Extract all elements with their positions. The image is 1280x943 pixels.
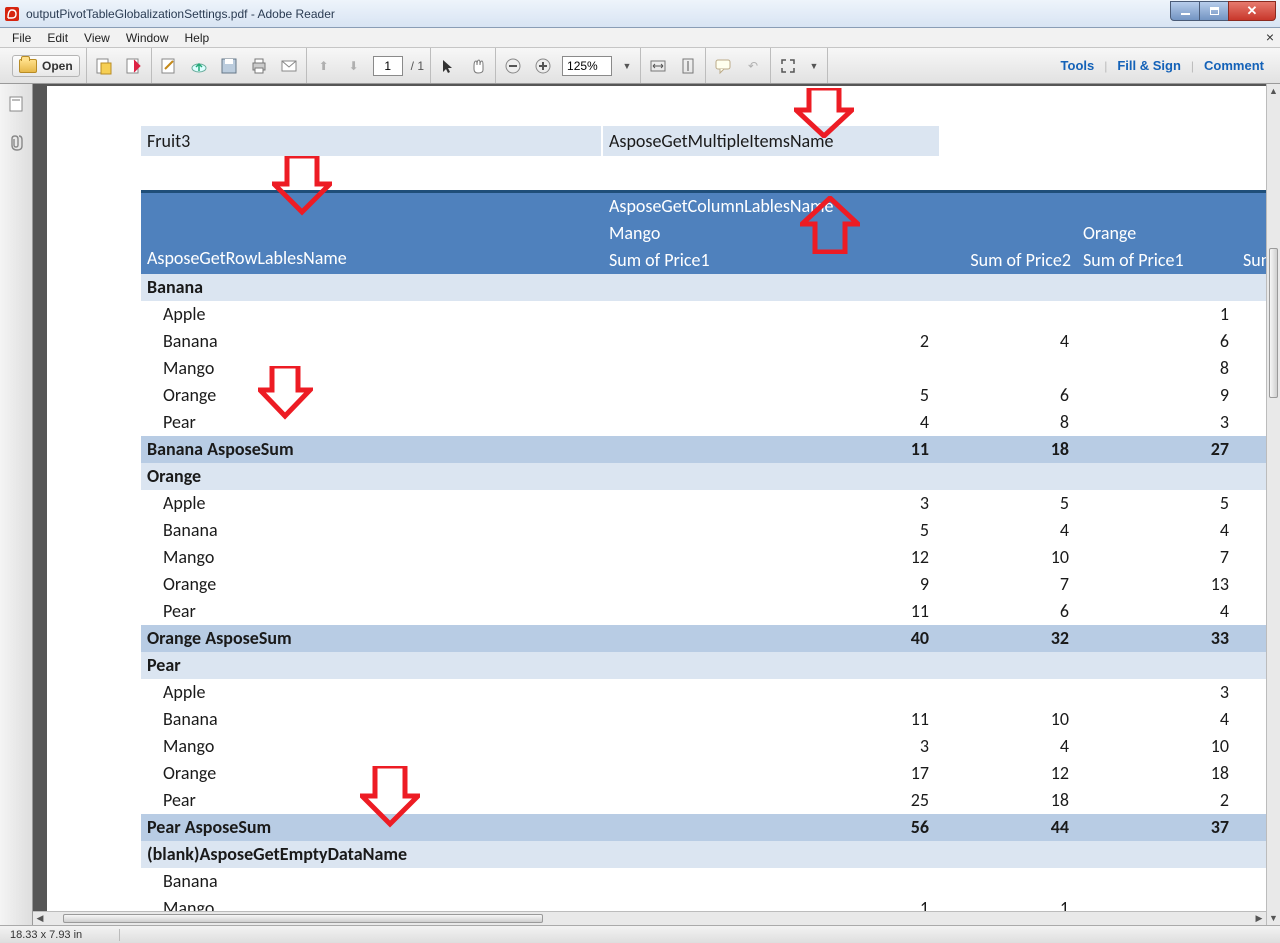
reader-icon [4,6,20,22]
zoom-out-icon[interactable] [502,55,524,77]
pivot-filter-row: Fruit3 AsposeGetMultipleItemsName [141,126,1266,156]
close-doc-button[interactable]: × [1266,29,1274,45]
toolbar: Open ⬆ ⬇ / 1 ▼ ↶ ▼ Tools | [0,48,1280,84]
col-measure-1-1: Sun [1237,193,1266,274]
email-icon[interactable] [278,55,300,77]
fit-screen-icon[interactable] [777,55,799,77]
menu-window[interactable]: Window [118,29,177,47]
comment-link[interactable]: Comment [1194,58,1274,73]
save-icon[interactable] [218,55,240,77]
zoom-dropdown-icon[interactable]: ▼ [620,55,634,77]
row-labels-header: AsposeGetRowLablesName [141,193,603,274]
thumbnails-icon[interactable] [6,94,26,114]
scroll-left-icon[interactable]: ◀ [33,912,47,925]
col-group-0: AsposeGetColumnLablesName Mango Sum of P… [603,193,937,274]
pivot-body: BananaApple1Banana246Mango8Orange569Pear… [141,274,1266,922]
table-row: Orange171218 [141,760,1266,787]
scroll-thumb-h[interactable] [63,914,543,923]
fill-sign-link[interactable]: Fill & Sign [1107,58,1191,73]
zoom-input[interactable] [562,56,612,76]
titlebar: outputPivotTableGlobalizationSettings.pd… [0,0,1280,28]
table-row: Mango12107 [141,544,1266,571]
table-row: Pear25182 [141,787,1266,814]
scroll-up-icon[interactable]: ▲ [1267,84,1280,98]
status-bar: 18.33 x 7.93 in [0,925,1280,943]
col-measure-0-1: Sum of Price2 [937,193,1077,274]
tools-link[interactable]: Tools [1051,58,1105,73]
export-pdf-icon[interactable] [123,55,145,77]
group-header: (blank)AsposeGetEmptyDataName [141,841,1266,868]
page-up-icon[interactable]: ⬆ [313,55,335,77]
group-header: Pear [141,652,1266,679]
table-row: Apple355 [141,490,1266,517]
fit-dropdown-icon[interactable]: ▼ [807,55,821,77]
open-label: Open [42,59,73,73]
print-icon[interactable] [248,55,270,77]
table-row: Apple3 [141,679,1266,706]
sidebar [0,84,33,925]
table-row: Banana246 [141,328,1266,355]
subtotal-row: Banana AsposeSum111827 [141,436,1266,463]
hand-tool-icon[interactable] [467,55,489,77]
page-dimensions: 18.33 x 7.93 in [0,929,120,941]
fit-width-icon[interactable] [647,55,669,77]
group-header: Orange [141,463,1266,490]
table-row: Orange569 [141,382,1266,409]
undo-icon[interactable]: ↶ [742,55,764,77]
cloud-icon[interactable] [188,55,210,77]
table-row: Banana11104 [141,706,1266,733]
menu-help[interactable]: Help [177,29,218,47]
menu-edit[interactable]: Edit [39,29,76,47]
fit-page-icon[interactable] [677,55,699,77]
minimize-button[interactable] [1170,1,1200,21]
close-button[interactable]: ✕ [1228,1,1276,21]
maximize-button[interactable] [1199,1,1229,21]
menubar: File Edit View Window Help × [0,28,1280,48]
page-input[interactable] [373,56,403,76]
table-row: Apple1 [141,301,1266,328]
table-row: Pear483 [141,409,1266,436]
table-row: Pear1164 [141,598,1266,625]
select-tool-icon[interactable] [437,55,459,77]
menu-file[interactable]: File [4,29,39,47]
page-down-icon[interactable]: ⬇ [343,55,365,77]
page-total: / 1 [411,59,424,73]
pdf-page: Fruit3 AsposeGetMultipleItemsName Aspose… [47,86,1266,922]
window-buttons: ✕ [1171,1,1276,21]
subtotal-row: Orange AsposeSum403233 [141,625,1266,652]
window-title: outputPivotTableGlobalizationSettings.pd… [26,7,1171,21]
scroll-thumb-v[interactable] [1269,248,1278,398]
open-button[interactable]: Open [12,55,80,77]
annotate-icon[interactable] [712,55,734,77]
table-row: Orange9713 [141,571,1266,598]
table-row: Banana544 [141,517,1266,544]
vertical-scrollbar[interactable]: ▲ ▼ [1266,84,1280,925]
page-viewport[interactable]: Fruit3 AsposeGetMultipleItemsName Aspose… [47,84,1266,925]
table-row: Banana [141,868,1266,895]
edit-icon[interactable] [158,55,180,77]
folder-icon [19,59,37,73]
table-row: Mango8 [141,355,1266,382]
group-header: Banana [141,274,1266,301]
menu-view[interactable]: View [76,29,118,47]
attachments-icon[interactable] [6,132,26,152]
pivot-header: AsposeGetRowLablesName AsposeGetColumnLa… [141,190,1266,274]
scroll-down-icon[interactable]: ▼ [1267,911,1280,925]
horizontal-scrollbar[interactable]: ◀ ▶ [33,911,1266,925]
filter-label: Fruit3 [141,126,603,156]
create-pdf-icon[interactable] [93,55,115,77]
scroll-right-icon[interactable]: ▶ [1252,912,1266,925]
col-group-1: Orange Sum of Price1 [1077,193,1237,274]
zoom-in-icon[interactable] [532,55,554,77]
subtotal-row: Pear AsposeSum564437 [141,814,1266,841]
filter-value: AsposeGetMultipleItemsName [603,126,939,156]
table-row: Mango3410 [141,733,1266,760]
